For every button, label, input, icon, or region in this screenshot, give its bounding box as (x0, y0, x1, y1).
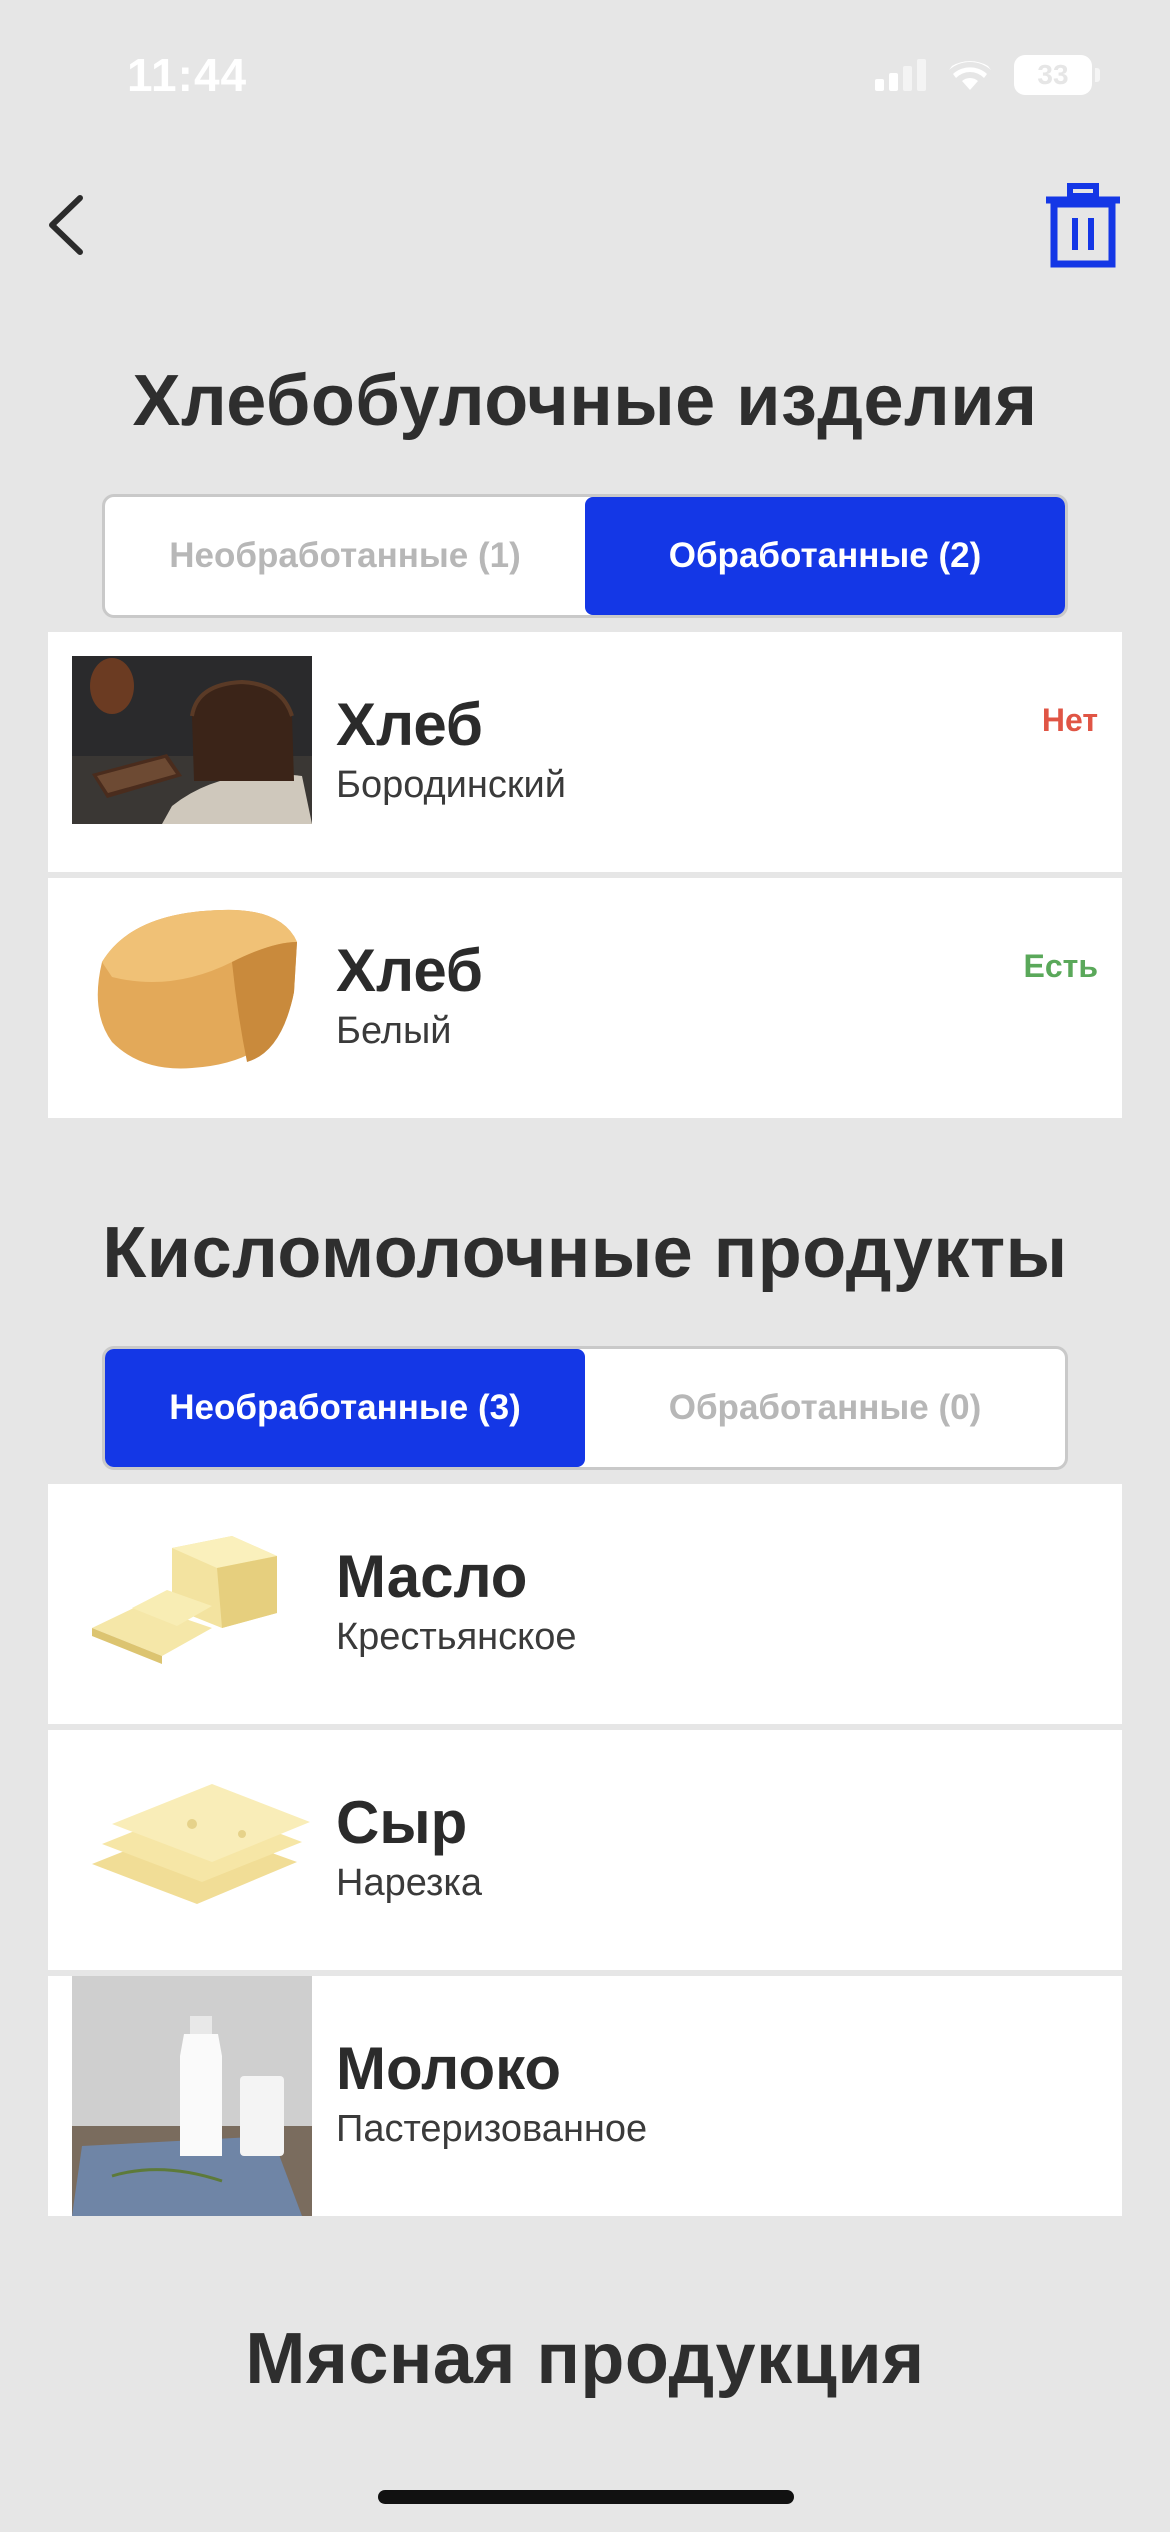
status-badge: Есть (1023, 948, 1098, 984)
home-indicator[interactable] (378, 2490, 794, 2504)
item-name: Хлеб (336, 937, 483, 1004)
list-item[interactable]: Молоко Пастеризованное (48, 1976, 1122, 2216)
tab-processed[interactable]: Обработанные (0) (585, 1349, 1065, 1467)
item-text: Хлеб Бородинский (336, 692, 566, 807)
trash-icon (1046, 183, 1120, 268)
segmented-control-bakery: Необработанные (1) Обработанные (2) (102, 494, 1068, 618)
item-name: Сыр (336, 1789, 468, 1856)
status-icons: 33 (875, 55, 1100, 95)
list-item[interactable]: Хлеб Белый Есть (48, 878, 1122, 1118)
milk-image (72, 1976, 312, 2216)
cheese-image (72, 1754, 312, 1922)
section-title-dairy: Кисломолочные продукты (102, 1213, 1068, 1293)
item-subtitle: Крестьянское (336, 1616, 577, 1658)
status-badge: Нет (1041, 702, 1098, 738)
list-item[interactable]: Хлеб Бородинский Нет (48, 632, 1122, 872)
list-item[interactable]: Сыр Нарезка (48, 1730, 1122, 1970)
battery-level: 33 (1037, 59, 1069, 90)
section-title-bakery: Хлебобулочные изделия (132, 361, 1038, 441)
tab-unprocessed[interactable]: Необработанные (3) (105, 1349, 585, 1467)
item-name: Молоко (336, 2035, 561, 2102)
screen: 11:44 33 Хлебобулочные изделия Необработ… (0, 0, 1170, 2532)
list-item[interactable]: Масло Крестьянское (48, 1484, 1122, 1724)
item-text: Молоко Пастеризованное (336, 2036, 647, 2151)
segmented-control-dairy: Необработанные (3) Обработанные (0) (102, 1346, 1068, 1470)
tab-unprocessed[interactable]: Необработанные (1) (105, 497, 585, 615)
item-name: Масло (336, 1543, 528, 1610)
item-text: Масло Крестьянское (336, 1544, 577, 1659)
white-bread-image (72, 902, 312, 1070)
chevron-left-icon (49, 195, 83, 255)
item-subtitle: Нарезка (336, 1862, 483, 1904)
tab-processed[interactable]: Обработанные (2) (585, 497, 1065, 615)
butter-image (72, 1508, 312, 1676)
status-time: 11:44 (127, 49, 248, 101)
section-title-meat: Мясная продукция (245, 2319, 925, 2399)
rye-bread-image (72, 656, 312, 824)
item-subtitle: Пастеризованное (336, 2108, 648, 2150)
back-button[interactable] (42, 190, 102, 260)
cellular-signal-icon (875, 59, 926, 91)
item-name: Хлеб (336, 691, 483, 758)
delete-button[interactable] (1040, 180, 1126, 270)
item-subtitle: Бородинский (336, 764, 566, 806)
item-text: Хлеб Белый (336, 938, 483, 1053)
wifi-icon (949, 61, 991, 90)
item-subtitle: Белый (336, 1010, 452, 1052)
item-text: Сыр Нарезка (336, 1790, 482, 1905)
battery-icon: 33 (1014, 55, 1100, 95)
